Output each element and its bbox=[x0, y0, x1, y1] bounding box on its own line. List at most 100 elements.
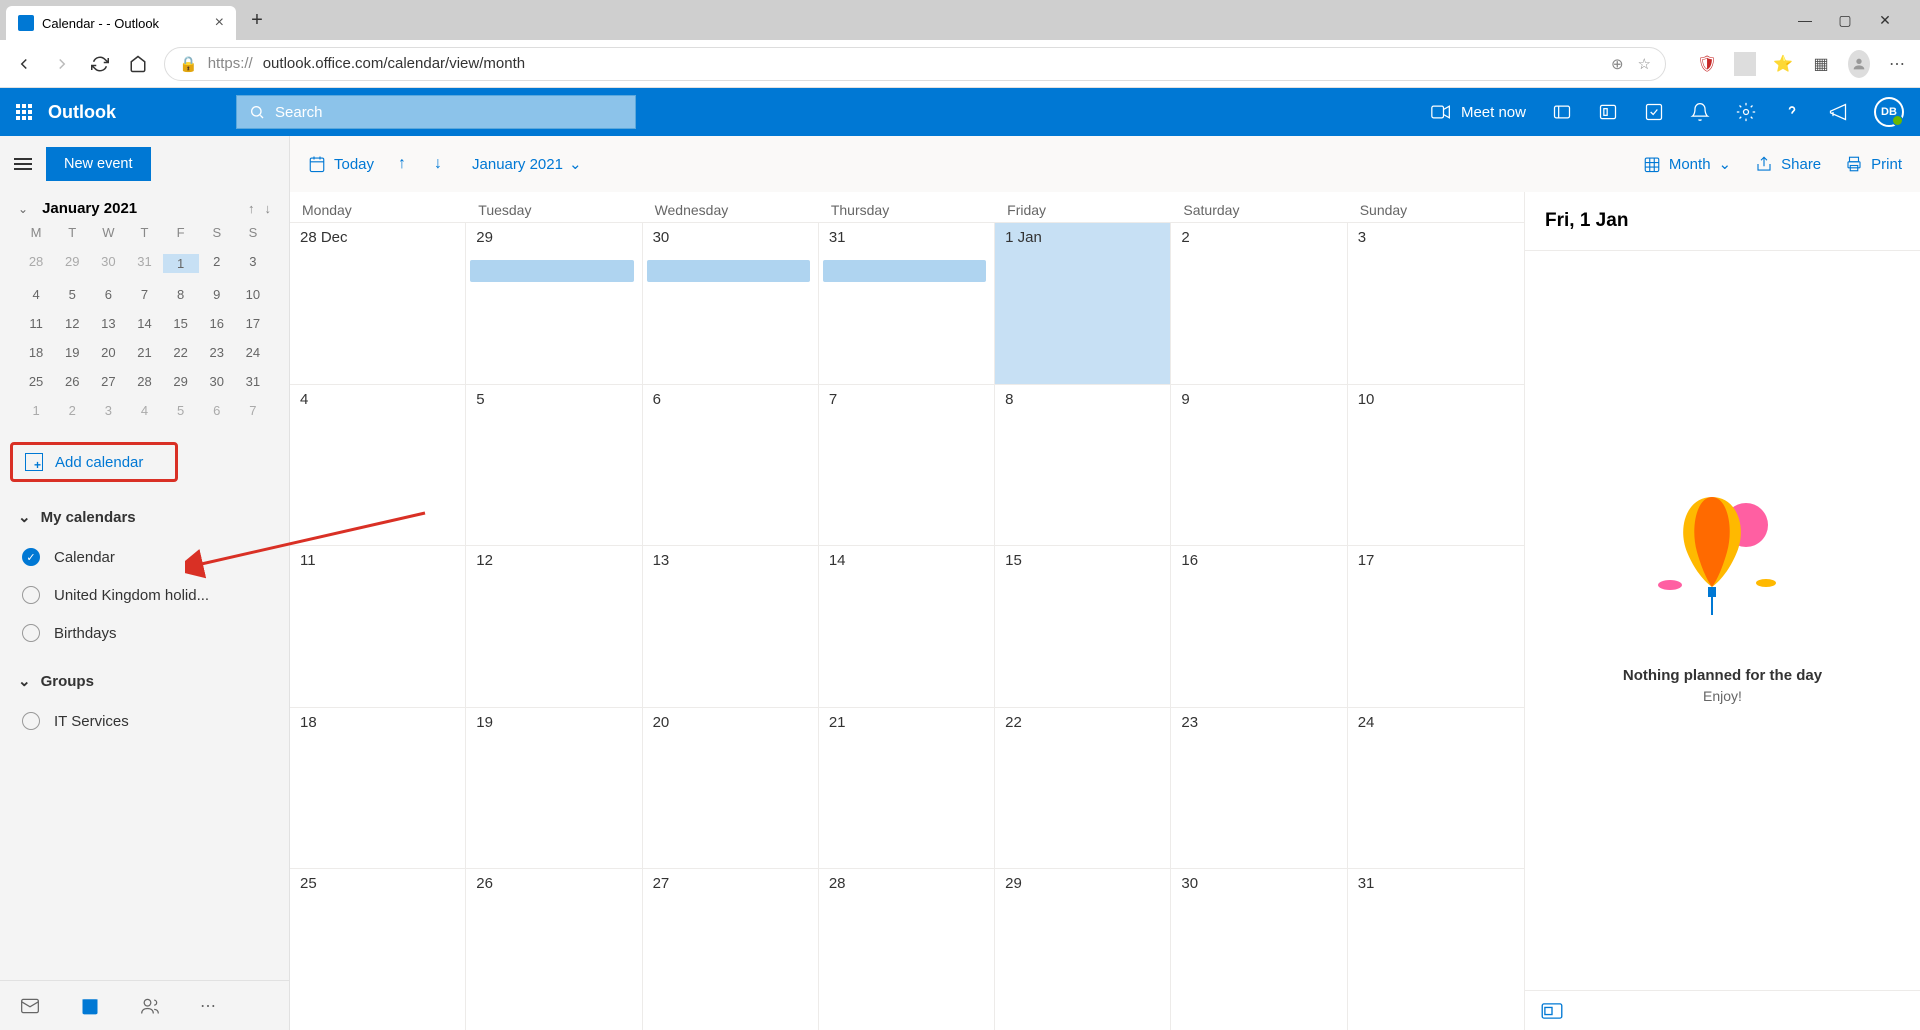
event-bar[interactable] bbox=[823, 260, 986, 282]
share-button[interactable]: Share bbox=[1755, 155, 1821, 173]
more-icon[interactable]: ⋯ bbox=[1886, 54, 1908, 74]
day-cell[interactable]: 28 bbox=[819, 868, 995, 1030]
mini-day[interactable]: 27 bbox=[90, 374, 126, 389]
mini-day[interactable]: 8 bbox=[163, 287, 199, 302]
immersive-reader-icon[interactable] bbox=[1541, 1003, 1563, 1019]
favorite-icon[interactable]: ☆ bbox=[1638, 55, 1651, 73]
new-event-button[interactable]: New event bbox=[46, 147, 151, 181]
profile-icon[interactable] bbox=[1848, 50, 1870, 78]
close-window-icon[interactable]: ✕ bbox=[1874, 12, 1896, 29]
mini-prev-icon[interactable]: ↑ bbox=[248, 201, 255, 216]
event-bar[interactable] bbox=[470, 260, 633, 282]
collections-icon[interactable]: ▦ bbox=[1810, 54, 1832, 74]
people-icon[interactable] bbox=[140, 996, 160, 1016]
day-cell[interactable]: 3 bbox=[1348, 222, 1524, 384]
teams-call-icon[interactable] bbox=[1552, 102, 1572, 122]
day-cell[interactable]: 31 bbox=[819, 222, 995, 384]
day-cell[interactable]: 16 bbox=[1171, 545, 1347, 707]
mini-day[interactable]: 6 bbox=[90, 287, 126, 302]
mini-day[interactable]: 5 bbox=[163, 403, 199, 418]
day-cell[interactable]: 2 bbox=[1171, 222, 1347, 384]
day-cell[interactable]: 11 bbox=[290, 545, 466, 707]
day-cell[interactable]: 17 bbox=[1348, 545, 1524, 707]
day-cell[interactable]: 22 bbox=[995, 707, 1171, 869]
next-period-button[interactable]: ↓ bbox=[430, 155, 446, 173]
notifications-icon[interactable] bbox=[1690, 102, 1710, 122]
mini-day[interactable]: 25 bbox=[18, 374, 54, 389]
mini-day[interactable]: 28 bbox=[18, 254, 54, 273]
address-bar[interactable]: 🔒 https://outlook.office.com/calendar/vi… bbox=[164, 47, 1666, 81]
search-input[interactable]: Search bbox=[236, 95, 636, 129]
mini-day[interactable]: 28 bbox=[126, 374, 162, 389]
day-cell[interactable]: 12 bbox=[466, 545, 642, 707]
mini-day[interactable]: 20 bbox=[90, 345, 126, 360]
day-cell[interactable]: 10 bbox=[1348, 384, 1524, 546]
app-launcher-icon[interactable] bbox=[16, 104, 32, 120]
forward-button[interactable] bbox=[50, 52, 74, 76]
mini-day[interactable]: 2 bbox=[199, 254, 235, 273]
day-cell[interactable]: 21 bbox=[819, 707, 995, 869]
calendar-item[interactable]: United Kingdom holid... bbox=[18, 576, 271, 614]
day-cell[interactable]: 18 bbox=[290, 707, 466, 869]
group-item[interactable]: IT Services bbox=[18, 702, 271, 740]
mini-day[interactable]: 21 bbox=[126, 345, 162, 360]
mini-day[interactable]: 3 bbox=[235, 254, 271, 273]
mini-day[interactable]: 31 bbox=[235, 374, 271, 389]
minimize-icon[interactable]: — bbox=[1794, 12, 1816, 29]
mini-day[interactable]: 7 bbox=[126, 287, 162, 302]
day-cell[interactable]: 20 bbox=[643, 707, 819, 869]
back-button[interactable] bbox=[12, 52, 36, 76]
calendar-item[interactable]: Calendar bbox=[18, 538, 271, 576]
maximize-icon[interactable]: ▢ bbox=[1834, 12, 1856, 29]
hamburger-icon[interactable] bbox=[14, 158, 32, 170]
extension-icon[interactable]: 🛡 bbox=[1696, 54, 1718, 74]
day-cell[interactable]: 9 bbox=[1171, 384, 1347, 546]
chevron-down-icon[interactable]: ⌄ bbox=[18, 202, 28, 216]
mini-day[interactable]: 16 bbox=[199, 316, 235, 331]
mini-next-icon[interactable]: ↓ bbox=[265, 201, 272, 216]
mini-day[interactable]: 11 bbox=[18, 316, 54, 331]
my-day-icon[interactable] bbox=[1598, 102, 1618, 122]
prev-period-button[interactable]: ↑ bbox=[394, 155, 410, 173]
mini-day[interactable]: 29 bbox=[54, 254, 90, 273]
mini-day[interactable]: 7 bbox=[235, 403, 271, 418]
day-cell[interactable]: 19 bbox=[466, 707, 642, 869]
add-calendar-button[interactable]: Add calendar bbox=[10, 442, 178, 482]
mail-icon[interactable] bbox=[20, 996, 40, 1016]
day-cell[interactable]: 23 bbox=[1171, 707, 1347, 869]
mini-day[interactable]: 19 bbox=[54, 345, 90, 360]
mini-day[interactable]: 1 bbox=[163, 254, 199, 273]
day-cell[interactable]: 1 Jan bbox=[995, 222, 1171, 384]
browser-tab[interactable]: Calendar - - Outlook × bbox=[6, 6, 236, 40]
calendar-icon[interactable] bbox=[80, 996, 100, 1016]
refresh-button[interactable] bbox=[88, 52, 112, 76]
day-cell[interactable]: 30 bbox=[643, 222, 819, 384]
day-cell[interactable]: 5 bbox=[466, 384, 642, 546]
mini-day[interactable]: 26 bbox=[54, 374, 90, 389]
mini-day[interactable]: 23 bbox=[199, 345, 235, 360]
day-cell[interactable]: 4 bbox=[290, 384, 466, 546]
mini-day[interactable]: 13 bbox=[90, 316, 126, 331]
mini-day[interactable]: 10 bbox=[235, 287, 271, 302]
add-page-icon[interactable]: ⊕ bbox=[1611, 55, 1624, 73]
mini-day[interactable]: 29 bbox=[163, 374, 199, 389]
day-cell[interactable]: 25 bbox=[290, 868, 466, 1030]
groups-header[interactable]: ⌄ Groups bbox=[18, 660, 271, 702]
mini-day[interactable]: 2 bbox=[54, 403, 90, 418]
tips-icon[interactable] bbox=[1644, 102, 1664, 122]
help-icon[interactable] bbox=[1782, 102, 1802, 122]
mini-day[interactable]: 3 bbox=[90, 403, 126, 418]
mini-day[interactable]: 30 bbox=[90, 254, 126, 273]
day-cell[interactable]: 7 bbox=[819, 384, 995, 546]
day-cell[interactable]: 6 bbox=[643, 384, 819, 546]
month-picker[interactable]: January 2021 ⌄ bbox=[472, 155, 581, 173]
meet-now-button[interactable]: Meet now bbox=[1431, 104, 1526, 121]
settings-icon[interactable] bbox=[1736, 102, 1756, 122]
calendar-toggle[interactable] bbox=[22, 624, 40, 642]
brand-label[interactable]: Outlook bbox=[48, 102, 116, 123]
account-avatar[interactable]: DB bbox=[1874, 97, 1904, 127]
day-cell[interactable]: 29 bbox=[466, 222, 642, 384]
calendar-toggle[interactable] bbox=[22, 586, 40, 604]
close-tab-icon[interactable]: × bbox=[215, 14, 224, 32]
mini-day[interactable]: 12 bbox=[54, 316, 90, 331]
